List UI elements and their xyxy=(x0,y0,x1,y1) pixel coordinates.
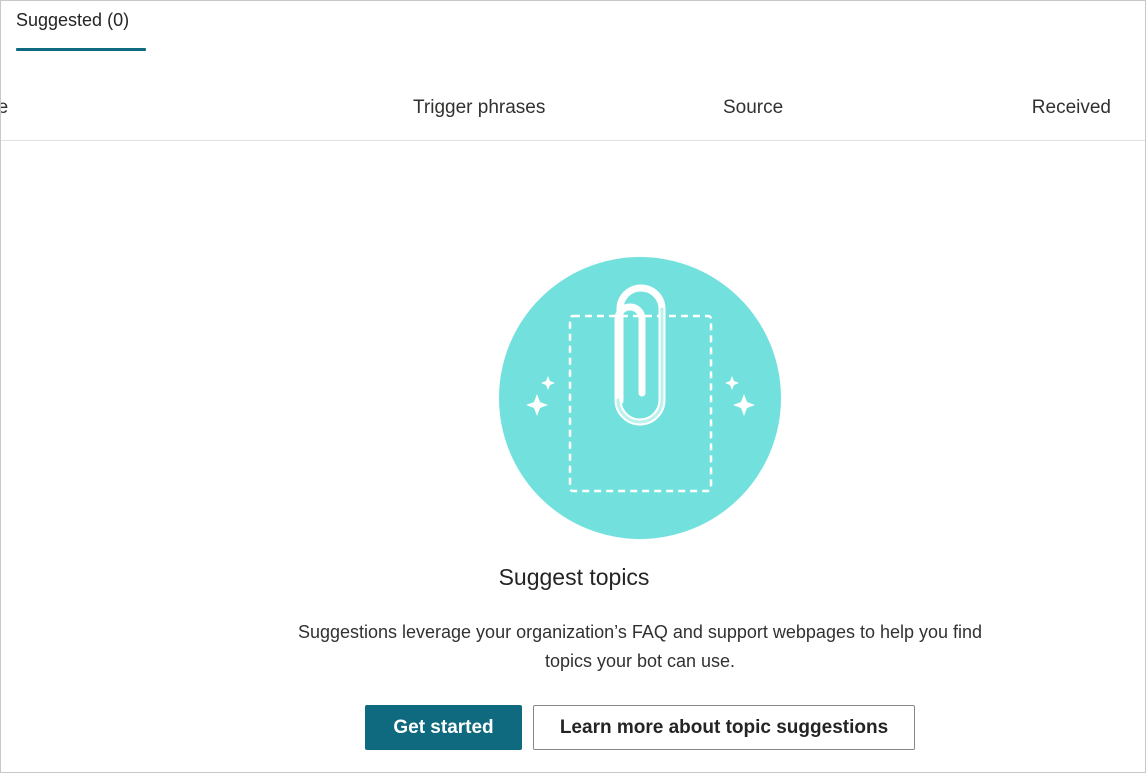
column-header-name[interactable]: ne xyxy=(1,97,8,119)
column-header-trigger-phrases[interactable]: Trigger phrases xyxy=(413,97,545,119)
empty-state-description-line: topics your bot can use. xyxy=(544,651,736,671)
tab-selected-indicator xyxy=(16,48,146,51)
suggested-topics-panel: Suggested (0) ne Trigger phrases Source … xyxy=(0,0,1146,773)
paperclip-illustration xyxy=(499,257,781,539)
empty-state-description-line: Suggestions leverage your organization’s… xyxy=(297,622,983,642)
header-divider xyxy=(1,140,1145,141)
get-started-button[interactable]: Get started xyxy=(365,705,522,750)
column-header-received[interactable]: Received xyxy=(1032,97,1111,119)
empty-state-title: Suggest topics xyxy=(498,564,650,590)
column-header-source[interactable]: Source xyxy=(723,97,783,119)
tab-suggested[interactable]: Suggested (0) xyxy=(16,10,129,31)
empty-state-description: Suggestions leverage your organization’s… xyxy=(254,618,1026,676)
learn-more-button[interactable]: Learn more about topic suggestions xyxy=(533,705,915,750)
illustration-circle xyxy=(499,257,781,539)
